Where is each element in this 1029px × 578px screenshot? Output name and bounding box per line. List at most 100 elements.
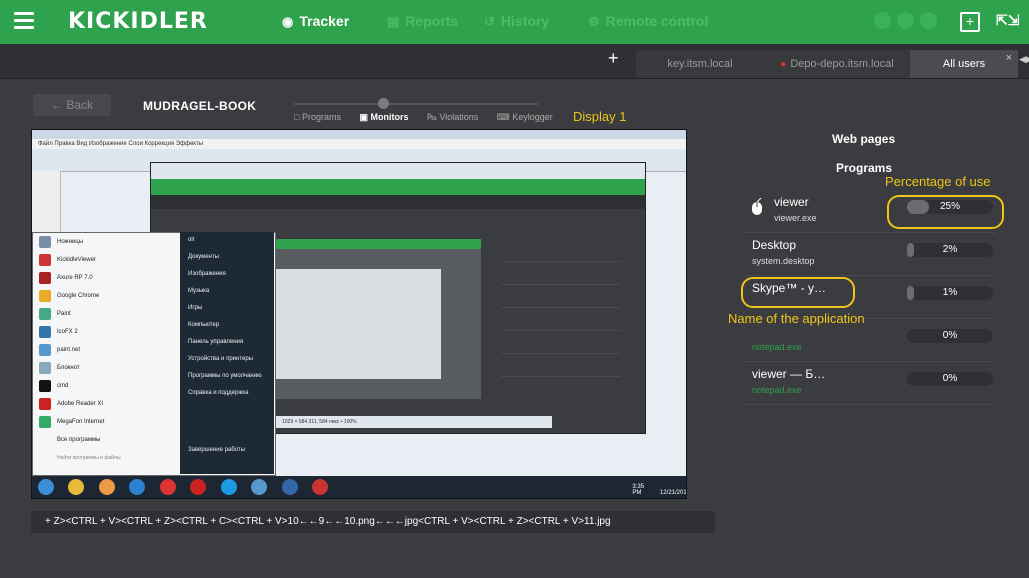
start-item-label: Paint xyxy=(57,311,71,317)
mode-programs[interactable]: □ Programs xyxy=(294,112,349,122)
nav-reports-label: Reports xyxy=(405,13,459,29)
mode-monitors-label: Monitors xyxy=(370,112,409,122)
mode-programs-label: Programs xyxy=(301,112,341,122)
tab-bar: + key.itsm.local ● Depo-depo.itsm.local A… xyxy=(0,44,1029,79)
nav-history[interactable]: ↺ History xyxy=(484,13,549,30)
nav-reports[interactable]: ▤ Reports xyxy=(387,13,458,30)
nested-row xyxy=(501,308,621,331)
yandex-icon xyxy=(159,479,176,495)
nav-tracker[interactable]: ◉ Tracker xyxy=(282,13,349,30)
kickidler-icon xyxy=(312,479,329,495)
app-icon xyxy=(39,362,51,374)
app-icon xyxy=(39,272,51,284)
add-tab-icon[interactable]: + xyxy=(608,48,619,69)
paint-menu: Файл Правка Вид Изображение Слои Коррекц… xyxy=(32,139,686,149)
usage-percent: 0% xyxy=(942,373,958,384)
start-item-label: Google Chrome xyxy=(57,293,100,299)
nested-tabs xyxy=(151,195,645,209)
start-right-item: Музыка xyxy=(188,288,210,294)
app-icon xyxy=(281,479,298,495)
start-right-item: Справка и поддержка xyxy=(188,390,249,396)
fullscreen-icon[interactable]: ⇱⇲ xyxy=(996,10,1019,30)
mode-monitors[interactable]: ▣ Monitors xyxy=(359,112,416,122)
annotation-name: Name of the application xyxy=(728,311,865,326)
back-label: Back xyxy=(66,98,94,112)
nested-row xyxy=(501,239,621,262)
app-icon xyxy=(39,254,51,266)
web-pages-heading[interactable]: Web pages xyxy=(832,132,895,146)
status-dots xyxy=(874,12,943,34)
explorer-icon xyxy=(68,479,85,495)
start-item-label: Adobe Reader XI xyxy=(57,401,104,407)
start-item-label: MegaFon Internet xyxy=(57,419,105,425)
tab-all-users[interactable]: All users × xyxy=(910,50,1018,78)
program-exe: notepad.exe xyxy=(752,385,802,395)
back-button[interactable]: ← Back xyxy=(33,94,111,116)
programs-heading[interactable]: Programs xyxy=(836,161,892,175)
nav-remote-control[interactable]: ⚙ Remote control xyxy=(588,13,708,30)
monitor-screenshot[interactable]: Файл Правка Вид Изображение Слои Коррекц… xyxy=(31,129,687,499)
tab-scroll-arrows-icon[interactable]: ◀▶ xyxy=(1019,54,1029,65)
status-dot xyxy=(897,12,914,29)
computer-name: MUDRAGEL-BOOK xyxy=(143,99,257,113)
tab-key-itsm[interactable]: key.itsm.local xyxy=(636,50,764,78)
yandex-browser-icon xyxy=(190,479,207,495)
eye-icon: ◉ xyxy=(282,14,294,29)
nested-green-bar xyxy=(151,179,645,195)
clock-time: 3:35 PM xyxy=(632,484,645,496)
add-window-icon[interactable]: + xyxy=(960,12,980,32)
paint-titlebar xyxy=(32,130,686,139)
offline-dot-icon: ● xyxy=(780,59,787,70)
windows-taskbar: 3:35 PM 12/21/2015 xyxy=(32,476,686,498)
mode-options: □ Programs ▣ Monitors ₧ Violations ⌨ Key… xyxy=(294,112,569,123)
start-item-label: KickidleViewer xyxy=(57,257,96,263)
usage-percent: 1% xyxy=(942,287,958,298)
app-icon xyxy=(39,380,51,392)
menu-icon[interactable] xyxy=(14,12,34,33)
start-right-item: olr xyxy=(188,237,195,243)
keylogger-text: + Z><CTRL + V><CTRL + Z><CTRL + C><CTRL … xyxy=(31,511,715,533)
app-icon xyxy=(39,308,51,320)
gear-icon: ⚙ xyxy=(588,14,600,29)
start-right-item: Компьютер xyxy=(188,322,220,328)
start-right-item: Документы xyxy=(188,254,219,260)
usage-bar: 0% xyxy=(907,372,993,386)
tab-depo-label: Depo-depo.itsm.local xyxy=(790,58,894,70)
program-row[interactable]: viewer — Б… notepad.exe 0% xyxy=(741,364,996,405)
program-exe: system.desktop xyxy=(752,256,815,266)
start-right-item: Устройства и принтеры xyxy=(188,356,253,362)
mode-violations-label: Violations xyxy=(439,112,479,122)
nav-history-label: History xyxy=(500,13,550,29)
annotation-circle-percentage xyxy=(887,195,1004,229)
clock-date: 12/21/2015 xyxy=(660,490,687,496)
chrome-icon xyxy=(98,479,115,495)
start-item-label: Блокнот xyxy=(57,365,80,371)
program-row[interactable]: notepad.exe 0% xyxy=(741,321,996,362)
mode-slider-track[interactable] xyxy=(294,103,538,105)
close-tab-icon[interactable]: × xyxy=(1006,44,1012,72)
program-name: viewer xyxy=(774,195,809,209)
mode-slider-handle[interactable] xyxy=(378,98,389,109)
mode-keylogger-label: Keylogger xyxy=(512,112,553,122)
taskbar-clock: 3:35 PM 12/21/2015 xyxy=(626,481,687,498)
program-row[interactable]: Desktop system.desktop 2% xyxy=(741,235,996,276)
program-exe: viewer.exe xyxy=(774,213,817,223)
start-item-label: cmd xyxy=(57,383,69,389)
start-item-label: Все программы xyxy=(57,437,101,443)
tab-depo-itsm[interactable]: ● Depo-depo.itsm.local xyxy=(764,50,910,78)
nested-program-list xyxy=(501,239,621,399)
app-icon xyxy=(39,398,51,410)
mode-keylogger[interactable]: ⌨ Keylogger xyxy=(497,112,561,122)
start-right-item: Изображения xyxy=(188,271,226,277)
nested-screenshot-window xyxy=(261,269,441,379)
status-dot xyxy=(920,12,937,29)
start-item-label: Ножницы xyxy=(57,239,84,245)
start-item-label: Axure RP 7.0 xyxy=(57,275,93,281)
start-item-label: paint.net xyxy=(57,347,81,353)
status-dot xyxy=(874,12,891,29)
top-bar: KICKIDLER ◉ Tracker ▤ Reports ↺ History ⚙ Re… xyxy=(0,0,1029,44)
app-icon xyxy=(39,434,51,446)
paint-tools-panel xyxy=(32,171,61,241)
mode-violations[interactable]: ₧ Violations xyxy=(427,112,486,122)
annotation-circle-name xyxy=(741,277,855,308)
